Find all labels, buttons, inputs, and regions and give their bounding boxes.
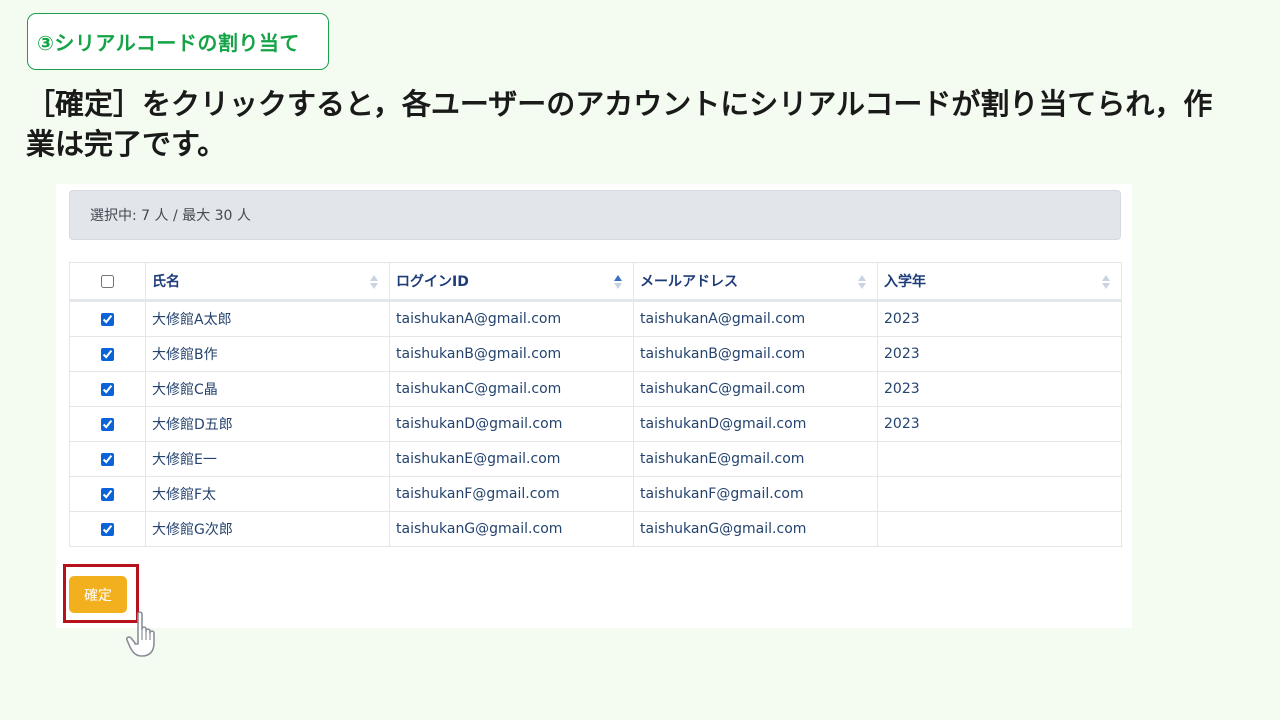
cell-email: taishukanF@gmail.com (633, 476, 878, 512)
row-checkbox[interactable] (101, 487, 114, 501)
select-all-cell (69, 262, 146, 302)
cell-login-id: taishukanB@gmail.com (389, 336, 634, 372)
pointing-hand-icon (126, 611, 155, 657)
cell-enrollment-year (877, 441, 1122, 477)
row-checkbox[interactable] (101, 347, 114, 361)
column-header-label: メールアドレス (640, 274, 738, 290)
step-label: ③シリアルコードの割り当て (37, 31, 300, 55)
row-checkbox[interactable] (101, 417, 114, 431)
row-checkbox[interactable] (101, 522, 114, 536)
cell-login-id: taishukanA@gmail.com (389, 300, 634, 337)
sort-ascending-icon (614, 275, 622, 289)
sort-both-icon (1102, 275, 1110, 289)
cell-name: 大修館G次郎 (145, 511, 390, 547)
user-table: 氏名 ログインID メールアドレス 入学年 大修館A太郎 taishukanA@… (69, 262, 1122, 547)
column-header-email[interactable]: メールアドレス (633, 262, 878, 302)
sort-both-icon (858, 275, 866, 289)
table-row[interactable]: 大修館A太郎 taishukanA@gmail.com taishukanA@g… (69, 300, 1122, 337)
table-row[interactable]: 大修館F太 taishukanF@gmail.com taishukanF@gm… (69, 476, 1122, 512)
cell-enrollment-year (877, 476, 1122, 512)
table-row[interactable]: 大修館E一 taishukanE@gmail.com taishukanE@gm… (69, 441, 1122, 477)
cell-name: 大修館C晶 (145, 371, 390, 407)
user-selection-panel: 選択中: 7 人 / 最大 30 人 氏名 ログインID メールアドレス 入学年… (56, 184, 1132, 628)
column-header-label: 入学年 (884, 274, 926, 290)
cell-login-id: taishukanD@gmail.com (389, 406, 634, 442)
row-checkbox[interactable] (101, 452, 114, 466)
row-select-cell (69, 406, 146, 442)
column-header-enrollment-year[interactable]: 入学年 (877, 262, 1122, 302)
cell-login-id: taishukanG@gmail.com (389, 511, 634, 547)
step-label-badge: ③シリアルコードの割り当て (27, 13, 329, 70)
cell-email: taishukanC@gmail.com (633, 371, 878, 407)
cell-name: 大修館E一 (145, 441, 390, 477)
row-checkbox[interactable] (101, 312, 114, 326)
cell-enrollment-year: 2023 (877, 371, 1122, 407)
row-select-cell (69, 441, 146, 477)
select-all-checkbox[interactable] (101, 274, 114, 288)
cell-name: 大修館F太 (145, 476, 390, 512)
cell-email: taishukanA@gmail.com (633, 300, 878, 337)
column-header-label: ログインID (396, 274, 469, 290)
row-select-cell (69, 300, 146, 337)
column-header-label: 氏名 (152, 274, 180, 290)
selection-status-bar: 選択中: 7 人 / 最大 30 人 (69, 190, 1121, 240)
cell-login-id: taishukanF@gmail.com (389, 476, 634, 512)
cell-enrollment-year: 2023 (877, 406, 1122, 442)
row-select-cell (69, 511, 146, 547)
table-row[interactable]: 大修館D五郎 taishukanD@gmail.com taishukanD@g… (69, 406, 1122, 442)
instruction-text: ［確定］をクリックすると，各ユーザーのアカウントにシリアルコードが割り当てられ，… (26, 87, 1213, 161)
row-select-cell (69, 336, 146, 372)
cell-login-id: taishukanE@gmail.com (389, 441, 634, 477)
cell-email: taishukanG@gmail.com (633, 511, 878, 547)
cell-name: 大修館B作 (145, 336, 390, 372)
table-row[interactable]: 大修館G次郎 taishukanG@gmail.com taishukanG@g… (69, 511, 1122, 547)
sort-both-icon (370, 275, 378, 289)
cell-enrollment-year (877, 511, 1122, 547)
table-header-row: 氏名 ログインID メールアドレス 入学年 (69, 262, 1122, 302)
cell-email: taishukanD@gmail.com (633, 406, 878, 442)
cell-enrollment-year: 2023 (877, 336, 1122, 372)
cell-login-id: taishukanC@gmail.com (389, 371, 634, 407)
cell-enrollment-year: 2023 (877, 300, 1122, 337)
column-header-name[interactable]: 氏名 (145, 262, 390, 302)
column-header-login-id[interactable]: ログインID (389, 262, 634, 302)
row-checkbox[interactable] (101, 382, 114, 396)
cell-email: taishukanE@gmail.com (633, 441, 878, 477)
table-row[interactable]: 大修館C晶 taishukanC@gmail.com taishukanC@gm… (69, 371, 1122, 407)
cell-name: 大修館D五郎 (145, 406, 390, 442)
row-select-cell (69, 476, 146, 512)
cell-email: taishukanB@gmail.com (633, 336, 878, 372)
table-row[interactable]: 大修館B作 taishukanB@gmail.com taishukanB@gm… (69, 336, 1122, 372)
cell-name: 大修館A太郎 (145, 300, 390, 337)
selection-status-text: 選択中: 7 人 / 最大 30 人 (90, 208, 251, 224)
row-select-cell (69, 371, 146, 407)
